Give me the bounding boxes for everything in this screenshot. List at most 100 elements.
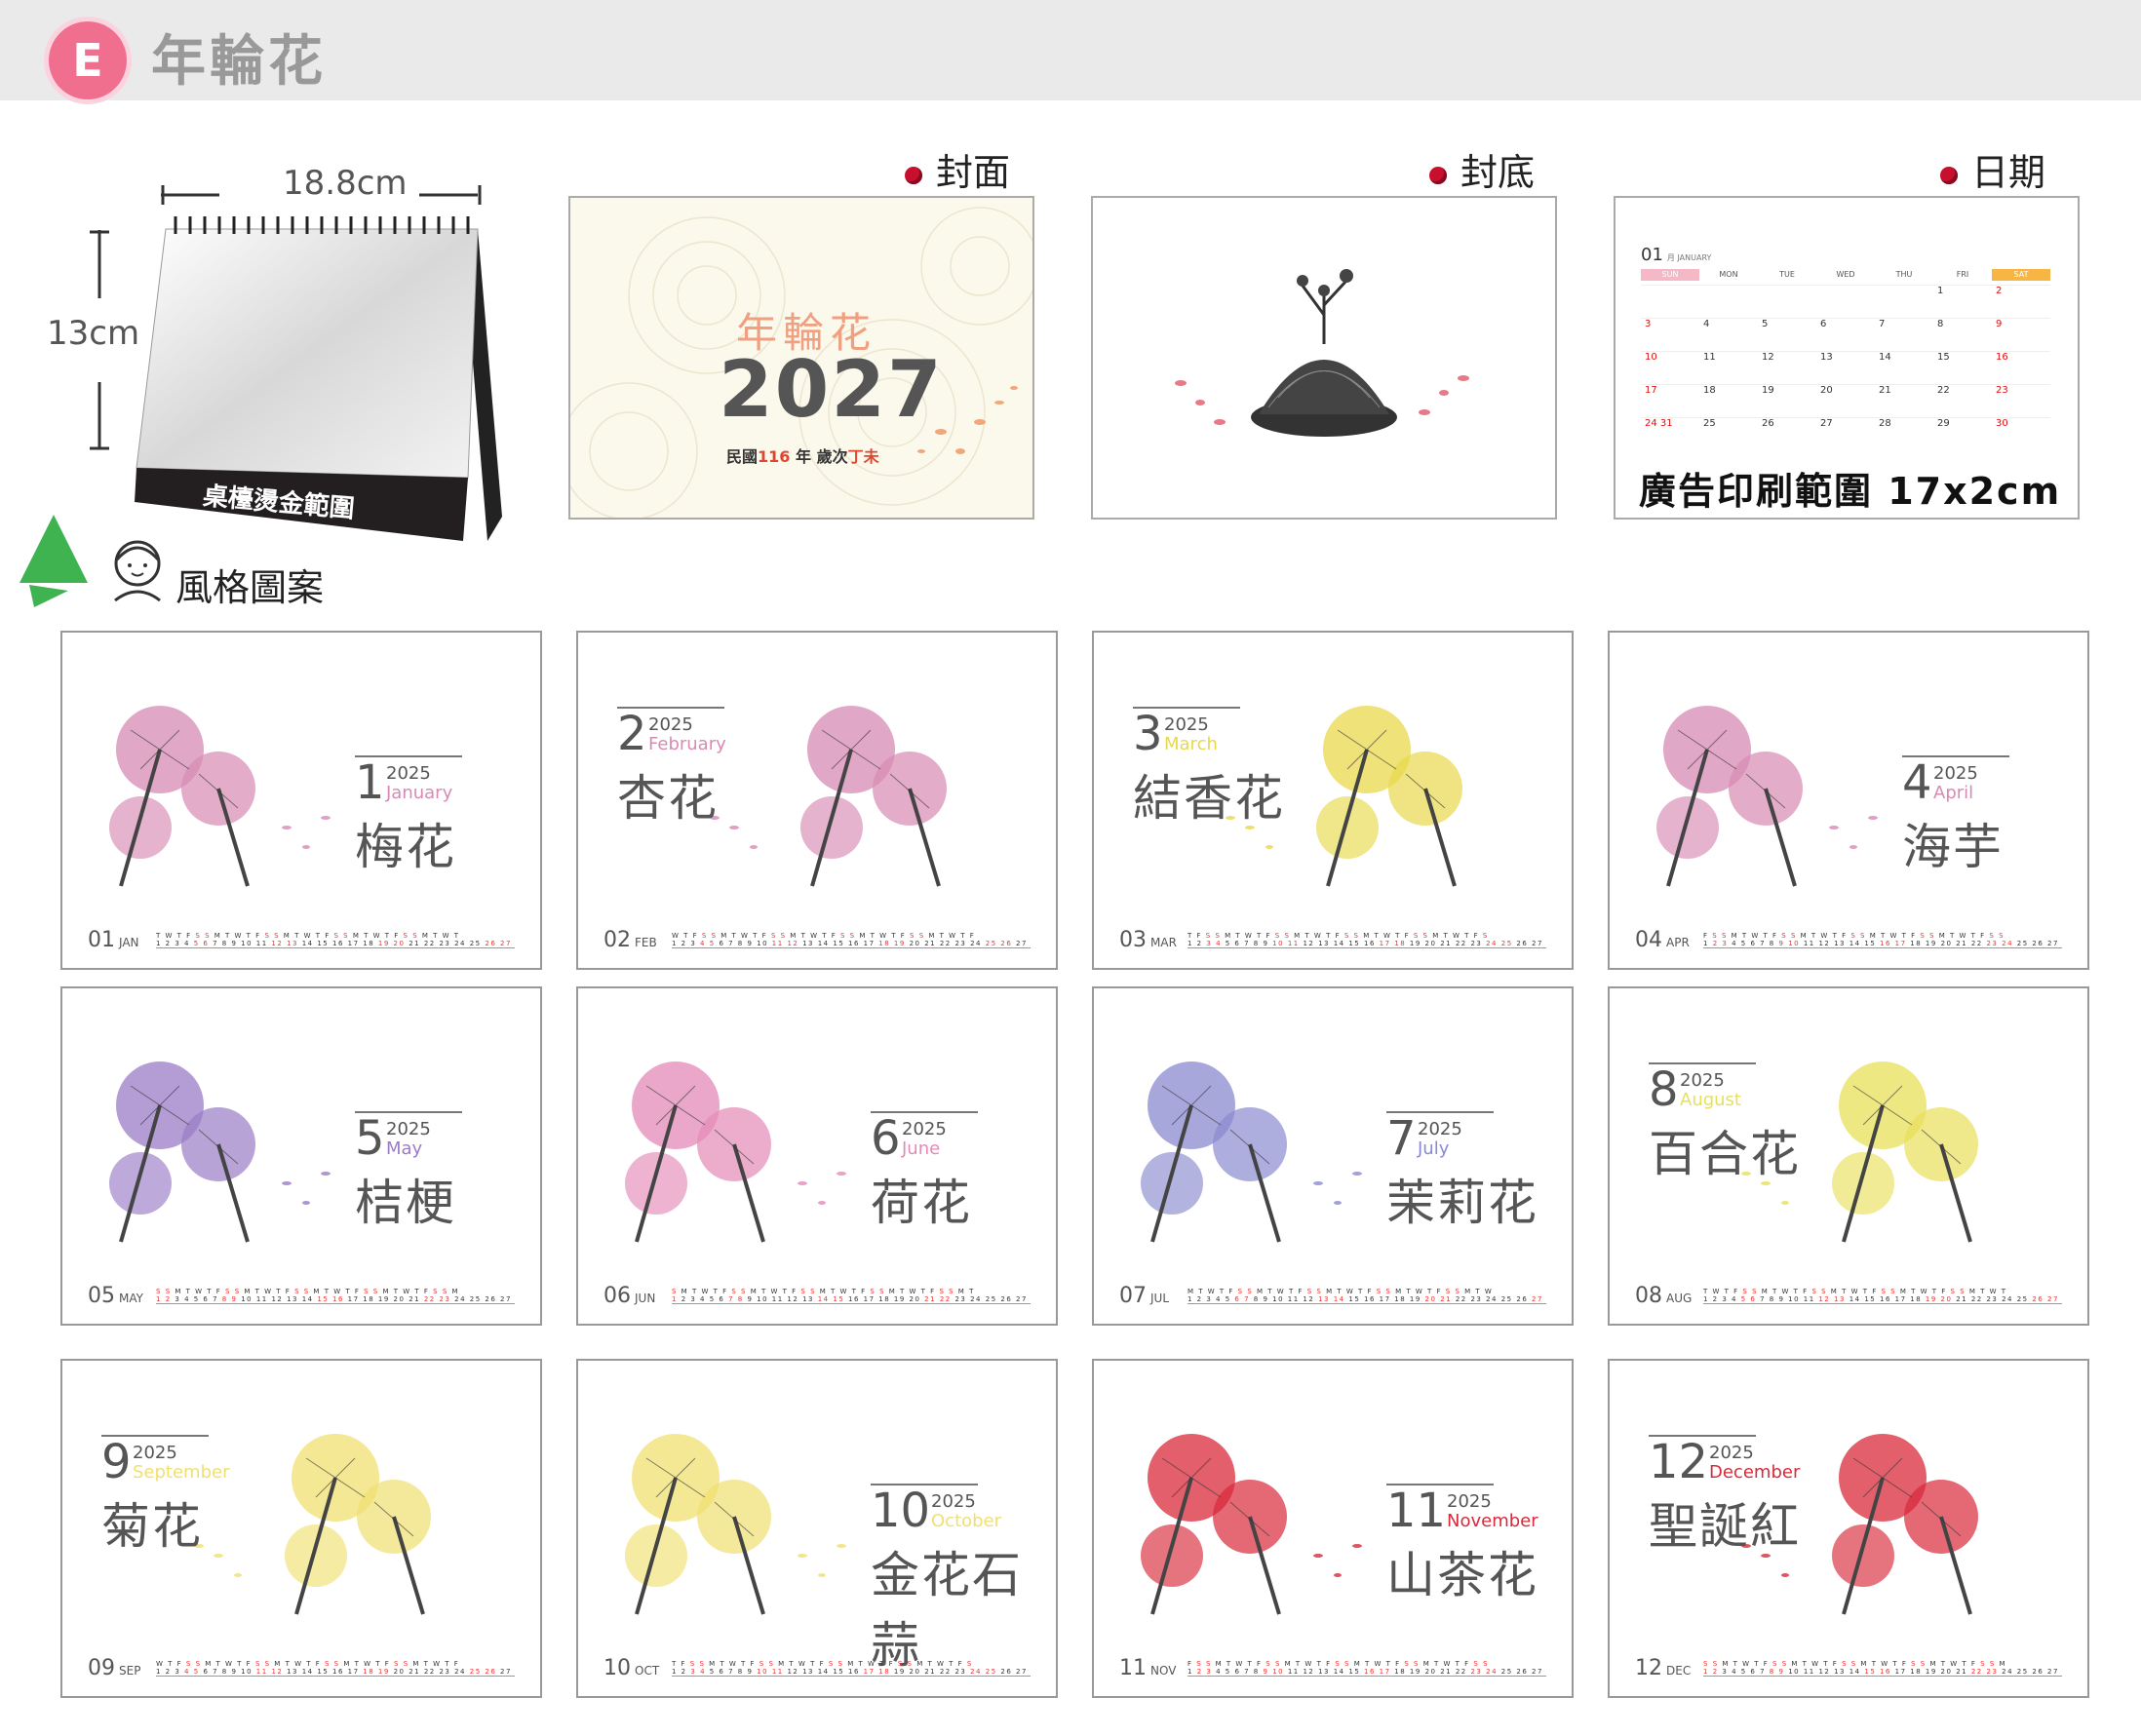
red-dot-icon bbox=[905, 166, 922, 184]
calendar-day: 1 bbox=[1933, 285, 1992, 318]
flower-name: 山茶花 bbox=[1386, 1547, 1538, 1603]
day-strip: F S S M T W T F S S M T W T F S S M T W … bbox=[1703, 932, 2062, 948]
month-name: June bbox=[902, 1138, 941, 1159]
month-code: 05 MAY bbox=[88, 1284, 143, 1308]
month-code: 01 JAN bbox=[88, 928, 139, 952]
month-year: 2025 bbox=[1418, 1119, 1462, 1139]
calendar-day bbox=[1758, 285, 1816, 318]
month-number: 1 bbox=[355, 755, 385, 810]
flower-name: 杏花 bbox=[617, 770, 719, 827]
day-strip: S S M T W T F S S M T W T F S S M T W T … bbox=[156, 1288, 515, 1304]
calendar-day: 21 bbox=[1875, 384, 1933, 417]
month-code: 06 JUN bbox=[603, 1284, 656, 1308]
red-dot-icon bbox=[1940, 166, 1958, 184]
calendar-day: 7 bbox=[1875, 318, 1933, 351]
calendar-day bbox=[1699, 285, 1758, 318]
calendar-day bbox=[1875, 285, 1933, 318]
month-code: 09 SEP bbox=[88, 1656, 141, 1680]
calendar-day: 16 bbox=[1992, 351, 2050, 384]
flower-illustration bbox=[1656, 706, 1878, 887]
calendar-day: 5 bbox=[1758, 318, 1816, 351]
weekday-sun: SUN bbox=[1641, 269, 1699, 281]
height-dimension-line bbox=[90, 230, 109, 450]
green-arrow-icon bbox=[19, 515, 88, 607]
month-card-05: 5 2025 May 桔梗 05 MAY S S M T W T F S S M … bbox=[60, 986, 542, 1326]
day-strip: S S M T W T F S S M T W T F S S M T W T … bbox=[1703, 1660, 2062, 1677]
month-card-11: 11 2025 November 山茶花 11 NOV F S S M T W T… bbox=[1092, 1359, 1574, 1698]
month-code: 04 APR bbox=[1635, 928, 1690, 952]
day-strip: W T F S S M T W T F S S M T W T F S S M … bbox=[156, 1660, 515, 1677]
month-year: 2025 bbox=[1680, 1070, 1725, 1091]
month-year: 2025 bbox=[648, 714, 693, 735]
style-label: 風格圖案 bbox=[175, 566, 325, 609]
calendar-day: 25 bbox=[1699, 417, 1758, 450]
calendar-day: 24 31 bbox=[1641, 417, 1699, 450]
flower-illustration bbox=[109, 706, 331, 887]
calendar-month: 01 月 JANUARY bbox=[1641, 245, 1712, 265]
flower-illustration bbox=[625, 1061, 846, 1243]
calendar-day: 11 bbox=[1699, 351, 1758, 384]
calendar-day: 22 bbox=[1933, 384, 1992, 417]
month-year: 2025 bbox=[931, 1491, 976, 1512]
month-year: 2025 bbox=[386, 763, 431, 784]
calendar-day: 20 bbox=[1816, 384, 1875, 417]
month-code: 12 DEC bbox=[1635, 1656, 1692, 1680]
month-name: October bbox=[931, 1511, 1002, 1531]
weekday-wed: WED bbox=[1836, 270, 1855, 279]
cover-label: 封面 bbox=[905, 142, 1010, 196]
cover-year: 2027 bbox=[719, 344, 944, 435]
day-strip: F S S M T W T F S S M T W T F S S M T W … bbox=[1187, 1660, 1546, 1677]
month-number: 11 bbox=[1386, 1484, 1447, 1538]
calendar-day bbox=[1641, 285, 1699, 318]
month-year: 2025 bbox=[386, 1119, 431, 1139]
weekday-fri: FRI bbox=[1956, 270, 1969, 279]
calendar-day: 29 bbox=[1933, 417, 1992, 450]
month-code: 11 NOV bbox=[1119, 1656, 1177, 1680]
weekday-sat: SAT bbox=[1992, 269, 2050, 281]
cover-preview: 年輪花 2027 民國116 年 歲次丁未 bbox=[568, 196, 1034, 520]
calendar-day: 3 bbox=[1641, 318, 1699, 351]
calendar-day: 12 bbox=[1758, 351, 1816, 384]
desk-calendar-illustration: 桌檯燙金範圍 bbox=[117, 205, 507, 556]
flower-name: 桔梗 bbox=[355, 1175, 456, 1231]
month-name: May bbox=[386, 1138, 423, 1159]
month-name: January bbox=[386, 783, 453, 803]
month-card-06: 6 2025 June 荷花 06 JUN S M T W T F S S M T… bbox=[576, 986, 1058, 1326]
month-number: 3 bbox=[1133, 707, 1163, 761]
bonsai-illustration bbox=[1175, 269, 1469, 437]
calendar-grid: SUN MON TUE WED THU FRI SAT bbox=[1641, 269, 2050, 281]
page-title: 年輪花 bbox=[151, 30, 327, 94]
flower-illustration bbox=[1141, 1434, 1362, 1615]
flower-name: 荷花 bbox=[871, 1175, 972, 1231]
flower-name: 海芋 bbox=[1902, 819, 2004, 875]
calendar-day bbox=[1816, 285, 1875, 318]
month-number: 6 bbox=[871, 1111, 901, 1166]
month-number: 12 bbox=[1649, 1435, 1709, 1489]
back-preview bbox=[1091, 196, 1557, 520]
month-name: September bbox=[133, 1462, 230, 1483]
weekday-tue: TUE bbox=[1779, 270, 1795, 279]
ad-print-area-label: 廣告印刷範圍 17x2cm bbox=[1639, 470, 2062, 513]
calendar-day: 28 bbox=[1875, 417, 1933, 450]
calendar-day: 4 bbox=[1699, 318, 1758, 351]
month-code: 02 FEB bbox=[603, 928, 657, 952]
month-number: 2 bbox=[617, 707, 647, 761]
day-strip: T W T F S S M T W T F S S M T W T F S S … bbox=[156, 932, 515, 948]
date-preview: 01 月 JANUARY SUN MON TUE WED THU FRI SAT … bbox=[1614, 196, 2080, 520]
day-strip: T F S S M T W T F S S M T W T F S S M T … bbox=[1187, 932, 1546, 948]
page-header: E 年輪花 bbox=[0, 0, 2141, 100]
day-strip: S M T W T F S S M T W T F S S M T W T F … bbox=[672, 1288, 1031, 1304]
month-card-12: 12 2025 December 聖誕紅 12 DEC S S M T W T F… bbox=[1608, 1359, 2089, 1698]
calendar-day: 17 bbox=[1641, 384, 1699, 417]
calendar-day: 13 bbox=[1816, 351, 1875, 384]
month-number: 10 bbox=[871, 1484, 931, 1538]
calendar-day: 10 bbox=[1641, 351, 1699, 384]
month-code: 10 OCT bbox=[603, 1656, 660, 1680]
month-year: 2025 bbox=[902, 1119, 947, 1139]
month-card-09: 9 2025 September 菊花 09 SEP W T F S S M T … bbox=[60, 1359, 542, 1698]
month-code: 07 JUL bbox=[1119, 1284, 1170, 1308]
month-card-08: 8 2025 August 百合花 08 AUG T W T F S S M T … bbox=[1608, 986, 2089, 1326]
calendar-day: 2 bbox=[1992, 285, 2050, 318]
calendar-day: 26 bbox=[1758, 417, 1816, 450]
flower-name: 茉莉花 bbox=[1386, 1175, 1538, 1231]
